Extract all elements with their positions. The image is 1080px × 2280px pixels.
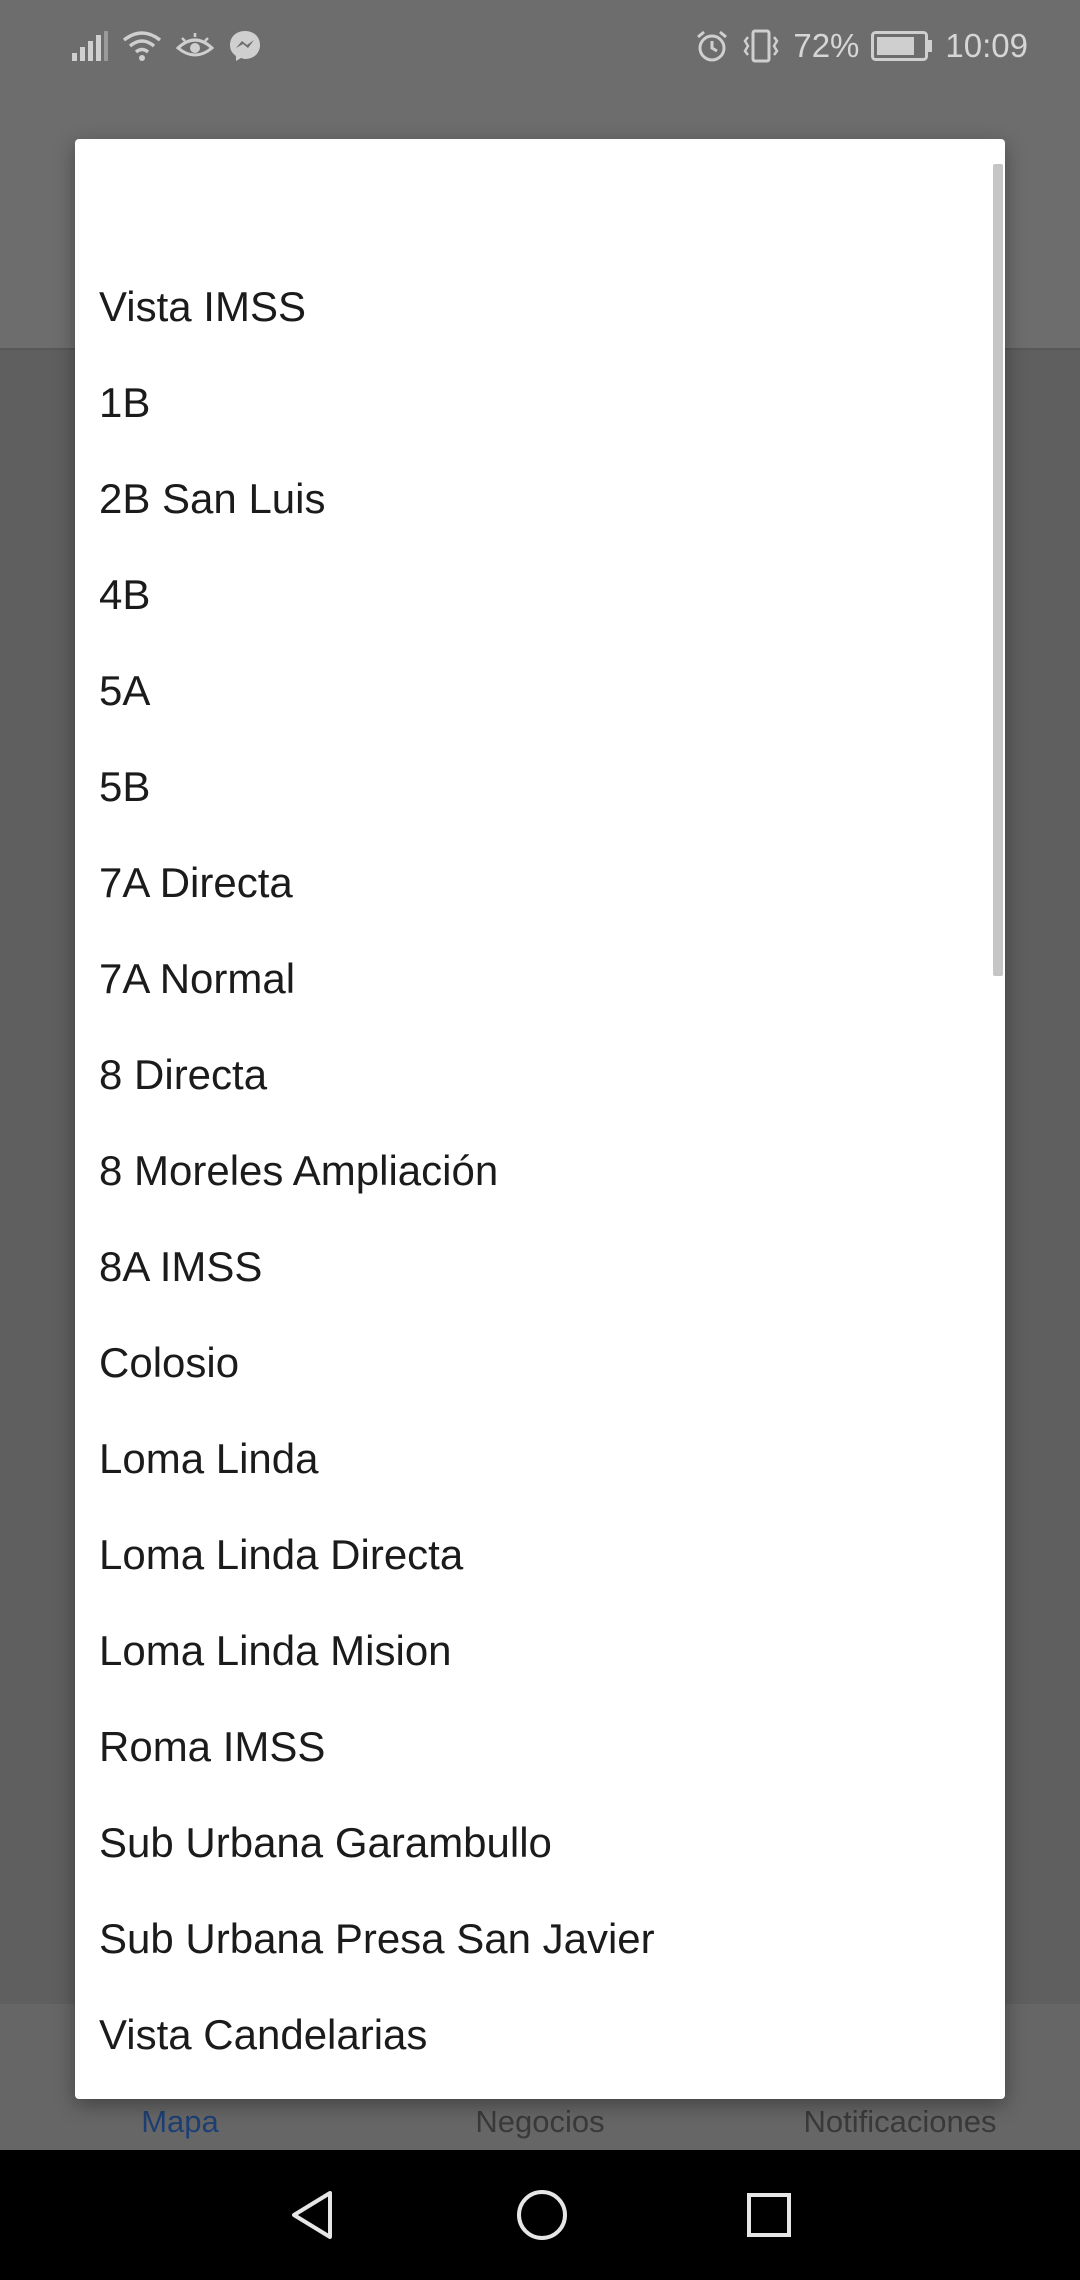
status-left-icons	[72, 29, 262, 63]
eye-icon	[176, 32, 214, 60]
list-item[interactable]: 2B San Luis	[75, 451, 1005, 547]
recents-icon[interactable]	[746, 2192, 792, 2238]
list-item[interactable]: 5B	[75, 739, 1005, 835]
list-item[interactable]: 5A	[75, 643, 1005, 739]
list-item[interactable]: Loma Linda	[75, 1411, 1005, 1507]
list-item[interactable]: Loma Linda Mision	[75, 1603, 1005, 1699]
system-navigation-bar	[0, 2150, 1080, 2280]
signal-icon	[72, 31, 108, 61]
home-icon[interactable]	[515, 2188, 569, 2242]
status-bar: 72% 10:09	[0, 0, 1080, 92]
list-item[interactable]: 7A Normal	[75, 931, 1005, 1027]
list-item[interactable]: Vista IMSS	[75, 259, 1005, 355]
route-list[interactable]: Vista IMSS 1B 2B San Luis 4B 5A 5B 7A Di…	[75, 139, 1005, 2099]
route-selection-dialog: Vista IMSS 1B 2B San Luis 4B 5A 5B 7A Di…	[75, 139, 1005, 2099]
list-item[interactable]: Sub Urbana Presa San Javier	[75, 1891, 1005, 1987]
list-item[interactable]: 8 Moreles Ampliación	[75, 1123, 1005, 1219]
list-item[interactable]: Sub Urbana Garambullo	[75, 1795, 1005, 1891]
alarm-icon	[695, 29, 729, 63]
battery-icon	[871, 31, 933, 61]
list-item[interactable]: 8 Directa	[75, 1027, 1005, 1123]
vibrate-icon	[741, 29, 781, 63]
list-item[interactable]: 4B	[75, 547, 1005, 643]
list-item[interactable]: Roma IMSS	[75, 1699, 1005, 1795]
status-right: 72% 10:09	[695, 27, 1028, 65]
messenger-icon	[228, 29, 262, 63]
list-item[interactable]: 7A Directa	[75, 835, 1005, 931]
list-item[interactable]: Loma Linda Directa	[75, 1507, 1005, 1603]
scrollbar-thumb[interactable]	[993, 164, 1003, 976]
list-item[interactable]: Colosio	[75, 1315, 1005, 1411]
wifi-icon	[122, 30, 162, 62]
list-item[interactable]: Vista Candelarias	[75, 1987, 1005, 2083]
back-icon[interactable]	[288, 2189, 338, 2241]
battery-percentage: 72%	[793, 27, 860, 64]
list-item[interactable]: 8A IMSS	[75, 1219, 1005, 1315]
clock: 10:09	[945, 27, 1028, 64]
list-item[interactable]: 1B	[75, 355, 1005, 451]
